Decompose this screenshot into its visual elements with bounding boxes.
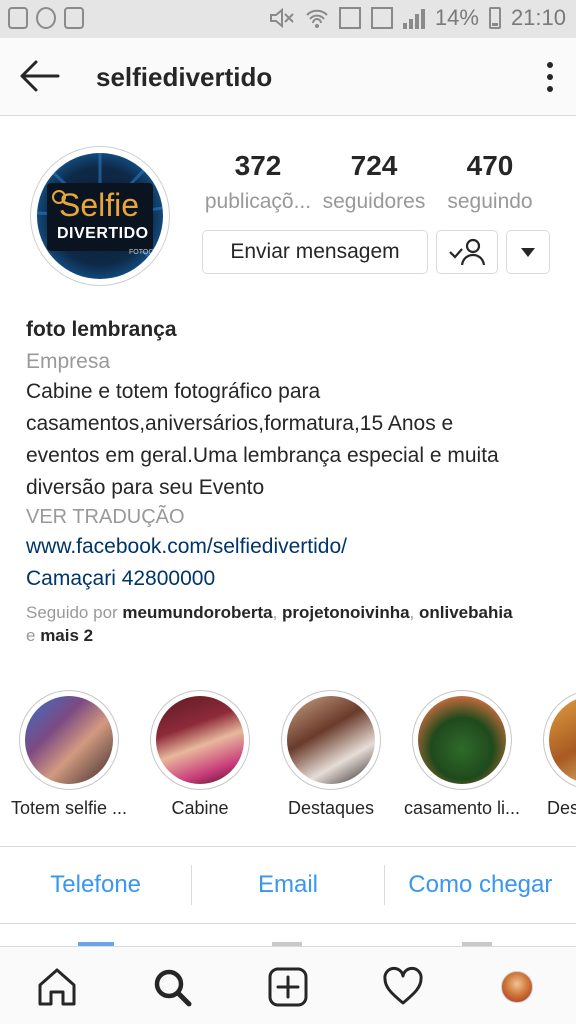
avatar-logo-subtext: DIVERTIDO bbox=[57, 225, 149, 242]
heart-icon[interactable] bbox=[381, 965, 425, 1009]
arrow-left-icon[interactable] bbox=[18, 58, 60, 94]
clock: 21:10 bbox=[510, 5, 566, 30]
highlight-thumbnail bbox=[418, 696, 506, 784]
highlight-ring bbox=[412, 690, 512, 790]
profile-tabs bbox=[0, 926, 576, 946]
stat-label: seguidores bbox=[322, 190, 426, 213]
highlight-ring bbox=[281, 690, 381, 790]
follower-name[interactable]: meumundoroberta bbox=[122, 603, 272, 622]
address-link[interactable]: Camaçari 42800000 bbox=[26, 567, 556, 591]
followed-by-more[interactable]: mais 2 bbox=[40, 626, 93, 645]
bio-text: Cabine e totem fotográfico para casament… bbox=[26, 376, 556, 504]
profile-bio: foto lembrança Empresa Cabine e totem fo… bbox=[26, 318, 556, 647]
highlight-ring bbox=[19, 690, 119, 790]
bottom-navigation bbox=[0, 946, 576, 1024]
home-icon[interactable] bbox=[35, 965, 79, 1009]
stat-value: 372 bbox=[234, 150, 282, 181]
highlight-label: Totem selfie ... bbox=[10, 798, 128, 818]
bio-line: eventos em geral.Uma lembrança especial … bbox=[26, 444, 499, 467]
more-vertical-icon[interactable] bbox=[546, 62, 554, 92]
followed-by[interactable]: Seguido por meumundoroberta, projetonoiv… bbox=[26, 601, 556, 647]
notification-icons bbox=[8, 7, 84, 29]
suggestions-dropdown-button[interactable] bbox=[506, 230, 550, 274]
notification-icon bbox=[8, 7, 28, 29]
contact-actions: Telefone Email Como chegar bbox=[0, 846, 576, 924]
caret-down-icon bbox=[521, 247, 535, 257]
directions-button[interactable]: Como chegar bbox=[385, 871, 576, 899]
send-message-button[interactable]: Enviar mensagem bbox=[202, 230, 428, 274]
profile-display-name: foto lembrança bbox=[26, 318, 177, 341]
highlight-thumbnail bbox=[287, 696, 375, 784]
status-bar: 14% 21:10 bbox=[0, 0, 576, 38]
profile-stats: 372 publicaçõ... 724 seguidores 470 segu… bbox=[200, 150, 550, 214]
highlight-label: Destaques bbox=[287, 798, 375, 818]
avatar-logo-text: Selfie bbox=[59, 187, 140, 223]
highlight-label: Cabine bbox=[171, 798, 229, 818]
website-link[interactable]: www.facebook.com/selfiedivertido/ bbox=[26, 535, 556, 559]
profile-avatar: Selfie DIVERTIDO FOTOCA bbox=[37, 153, 163, 279]
stat-value: 470 bbox=[466, 150, 514, 181]
notification-icon bbox=[64, 7, 84, 29]
stat-followers[interactable]: 724 seguidores bbox=[316, 150, 432, 214]
stat-label: publicaçõ... bbox=[204, 190, 312, 213]
signal-icon bbox=[402, 7, 425, 29]
email-button[interactable]: Email bbox=[192, 871, 383, 899]
followed-by-prefix: Seguido por bbox=[26, 603, 123, 622]
see-translation-link[interactable]: VER TRADUÇÃO bbox=[26, 506, 556, 529]
battery-icon bbox=[488, 7, 501, 29]
avatar-logo-small-text: FOTOCA bbox=[129, 249, 159, 256]
profile-avatar-ring[interactable]: Selfie DIVERTIDO FOTOCA bbox=[30, 146, 170, 286]
system-status: 14% 21:10 bbox=[269, 5, 566, 31]
highlight-item[interactable]: Totem selfie ... bbox=[3, 690, 135, 819]
bio-line: diversão para seu Evento bbox=[26, 476, 265, 499]
highlight-item[interactable]: Cabine bbox=[134, 690, 266, 819]
call-icon bbox=[338, 7, 361, 29]
profile-category: Empresa bbox=[26, 350, 111, 373]
followed-by-and: e bbox=[26, 626, 41, 645]
person-check-icon bbox=[449, 238, 486, 266]
follower-name[interactable]: projetonoivinha bbox=[282, 603, 410, 622]
top-app-bar: selfiedivertido bbox=[0, 38, 576, 116]
profile-username-title: selfiedivertido bbox=[96, 62, 273, 92]
bio-line: casamentos,aniversários,formatura,15 Ano… bbox=[26, 412, 454, 435]
highlight-item[interactable]: casamento li... bbox=[396, 690, 528, 819]
stat-posts[interactable]: 372 publicaçõ... bbox=[200, 150, 316, 214]
highlight-thumbnail bbox=[156, 696, 244, 784]
phone-button[interactable]: Telefone bbox=[0, 871, 191, 899]
mute-icon bbox=[269, 7, 294, 29]
signal-box-icon bbox=[370, 7, 393, 29]
highlight-label: Des bbox=[547, 798, 576, 818]
highlight-thumbnail bbox=[25, 696, 113, 784]
stat-label: seguindo bbox=[447, 190, 533, 213]
bio-line: Cabine e totem fotográfico para bbox=[26, 380, 321, 403]
highlight-ring bbox=[543, 690, 576, 790]
search-icon[interactable] bbox=[150, 965, 194, 1009]
highlight-thumbnail bbox=[549, 696, 576, 784]
add-post-icon[interactable] bbox=[266, 965, 310, 1009]
stat-following[interactable]: 470 seguindo bbox=[432, 150, 548, 214]
following-button[interactable] bbox=[436, 230, 498, 274]
story-highlights: Totem selfie ... Cabine Destaques casame… bbox=[0, 690, 576, 830]
battery-percent: 14% bbox=[434, 5, 479, 30]
follower-name[interactable]: onlivebahia bbox=[419, 603, 513, 622]
highlight-item[interactable]: Des bbox=[527, 690, 576, 819]
highlight-item[interactable]: Destaques bbox=[265, 690, 397, 819]
stat-value: 724 bbox=[350, 150, 398, 181]
profile-avatar[interactable] bbox=[501, 971, 533, 1003]
highlight-label: casamento li... bbox=[403, 798, 521, 818]
notification-icon bbox=[36, 7, 56, 29]
highlight-ring bbox=[150, 690, 250, 790]
wifi-icon bbox=[306, 9, 328, 28]
